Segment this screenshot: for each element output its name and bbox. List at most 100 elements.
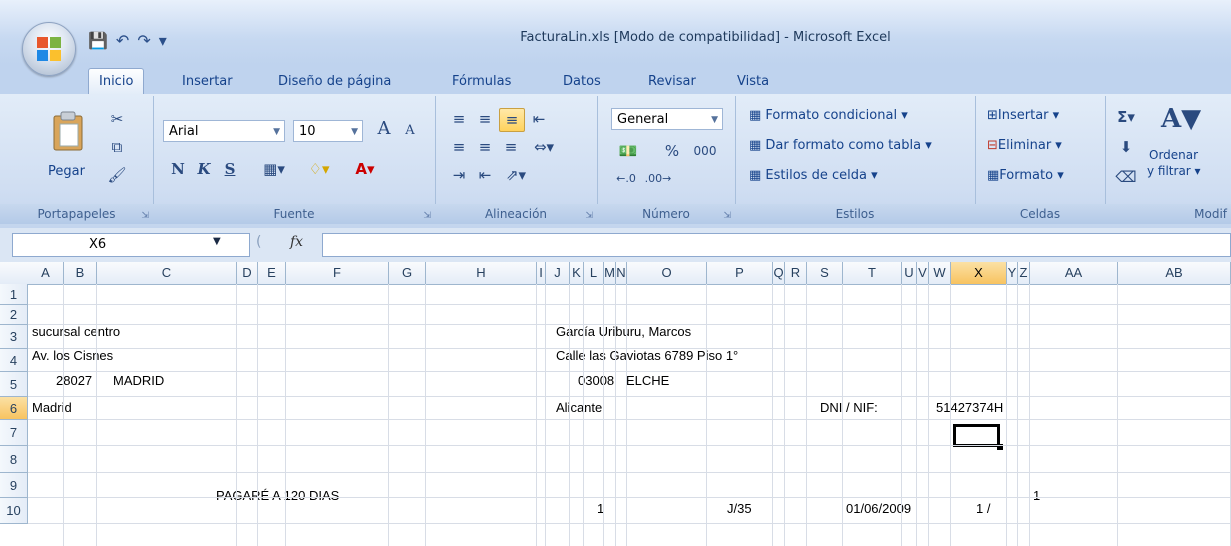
column-header-o[interactable]: O: [627, 262, 707, 284]
shrink-font-button[interactable]: A: [399, 120, 421, 142]
tab-vista[interactable]: Vista: [737, 69, 769, 94]
align-center-icon[interactable]: ≡: [473, 136, 497, 158]
cell-branch-zip[interactable]: 28027: [56, 373, 92, 388]
cell-dni-value[interactable]: 51427374H: [936, 400, 1003, 415]
conditional-format-button[interactable]: ▦ Formato condicional ▾: [749, 108, 908, 123]
row-header-8[interactable]: 8: [0, 446, 28, 473]
paste-icon[interactable]: [50, 110, 86, 152]
dialog-launcher-icon[interactable]: ⇲: [723, 211, 731, 221]
cut-icon[interactable]: ✂: [106, 108, 128, 130]
align-left-icon[interactable]: ≡: [447, 136, 471, 158]
font-color-icon[interactable]: A▾: [345, 158, 385, 180]
cell-page-total[interactable]: 1: [1033, 488, 1040, 503]
office-button[interactable]: [22, 22, 76, 76]
paste-button[interactable]: Pegar: [48, 164, 85, 179]
column-header-g[interactable]: G: [389, 262, 426, 284]
row-header-3[interactable]: 3: [0, 325, 28, 349]
number-format-select[interactable]: General ▼: [611, 108, 723, 130]
cell-branch-city[interactable]: MADRID: [113, 373, 164, 388]
cell-page[interactable]: 1 /: [976, 501, 990, 516]
decrease-indent-icon[interactable]: ⇥: [447, 164, 471, 186]
column-header-i[interactable]: I: [537, 262, 546, 284]
cell-branch-name[interactable]: sucursal centro: [32, 324, 120, 339]
align-top-icon[interactable]: ≡: [447, 108, 471, 130]
sort-button[interactable]: Ordenar: [1149, 148, 1198, 162]
row-header-5[interactable]: 5: [0, 372, 28, 397]
currency-icon[interactable]: 💵: [611, 140, 645, 162]
column-header-f[interactable]: F: [286, 262, 389, 284]
bold-button[interactable]: N: [167, 158, 189, 180]
column-header-u[interactable]: U: [902, 262, 917, 284]
cell-client-name[interactable]: García Uriburu, Marcos: [556, 324, 691, 339]
column-header-y[interactable]: Y: [1007, 262, 1018, 284]
tab-insertar[interactable]: Insertar: [182, 69, 233, 94]
cell-branch-province[interactable]: Madrid: [32, 400, 72, 415]
font-family-select[interactable]: Arial ▼: [163, 120, 285, 142]
cell-client-province[interactable]: Alicante: [556, 400, 602, 415]
cell-client-city[interactable]: ELCHE: [626, 373, 669, 388]
format-painter-icon[interactable]: 🖌: [106, 164, 128, 186]
name-box[interactable]: X6 ▼: [12, 233, 250, 257]
tab-inicio[interactable]: Inicio: [88, 68, 145, 95]
cell-dni-label[interactable]: DNI / NIF:: [820, 400, 878, 415]
thousands-button[interactable]: 000: [689, 140, 721, 162]
column-header-l[interactable]: L: [584, 262, 604, 284]
column-header-r[interactable]: R: [785, 262, 807, 284]
column-header-d[interactable]: D: [237, 262, 258, 284]
align-bottom-icon[interactable]: ≡: [499, 108, 525, 132]
column-header-a[interactable]: A: [28, 262, 64, 284]
column-header-q[interactable]: Q: [773, 262, 785, 284]
column-header-n[interactable]: N: [616, 262, 627, 284]
delete-cells-button[interactable]: ⊟Eliminar ▾: [987, 138, 1062, 153]
font-size-select[interactable]: 10 ▼: [293, 120, 363, 142]
row-header-2[interactable]: 2: [0, 305, 28, 325]
row-header-10[interactable]: 10: [0, 498, 28, 524]
percent-button[interactable]: %: [661, 140, 683, 162]
tab-datos[interactable]: Datos: [563, 69, 601, 94]
column-header-s[interactable]: S: [807, 262, 843, 284]
row-header-6[interactable]: 6: [0, 397, 28, 420]
column-header-ab[interactable]: AB: [1118, 262, 1231, 284]
format-as-table-button[interactable]: ▦ Dar formato como tabla ▾: [749, 138, 932, 153]
wrap-text-icon[interactable]: ⇤: [527, 108, 551, 130]
column-header-c[interactable]: C: [97, 262, 237, 284]
column-header-k[interactable]: K: [570, 262, 584, 284]
cell-branch-address[interactable]: Av. los Cisnes: [32, 348, 113, 363]
cell-styles-button[interactable]: ▦ Estilos de celda ▾: [749, 168, 878, 183]
autosum-button[interactable]: Σ▾: [1113, 106, 1139, 128]
underline-button[interactable]: S: [219, 158, 241, 180]
orientation-icon[interactable]: ⇗▾: [499, 164, 533, 186]
column-header-h[interactable]: H: [426, 262, 537, 284]
align-middle-icon[interactable]: ≡: [473, 108, 497, 130]
increase-indent-icon[interactable]: ⇤: [473, 164, 497, 186]
borders-icon[interactable]: ▦▾: [257, 158, 291, 180]
insert-function-button[interactable]: fx: [290, 234, 303, 250]
decrease-decimal-icon[interactable]: .00→: [643, 168, 673, 190]
italic-button[interactable]: K: [193, 158, 215, 180]
dialog-launcher-icon[interactable]: ⇲: [423, 211, 431, 221]
column-header-b[interactable]: B: [64, 262, 97, 284]
row-header-7[interactable]: 7: [0, 420, 28, 446]
column-header-p[interactable]: P: [707, 262, 773, 284]
tab-formulas[interactable]: Fórmulas: [452, 69, 511, 94]
grow-font-button[interactable]: A: [371, 118, 397, 140]
row-header-9[interactable]: 9: [0, 473, 28, 498]
dialog-launcher-icon[interactable]: ⇲: [141, 211, 149, 221]
column-header-x[interactable]: X: [951, 262, 1007, 284]
tab-revisar[interactable]: Revisar: [648, 69, 696, 94]
row-header-4[interactable]: 4: [0, 349, 28, 372]
format-cells-button[interactable]: ▦Formato ▾: [987, 168, 1064, 183]
copy-icon[interactable]: ⧉: [106, 136, 128, 158]
column-header-w[interactable]: W: [929, 262, 951, 284]
column-header-v[interactable]: V: [917, 262, 929, 284]
row-header-1[interactable]: 1: [0, 284, 28, 305]
column-header-e[interactable]: E: [258, 262, 286, 284]
tab-diseno-pagina[interactable]: Diseño de página: [278, 69, 391, 94]
formula-input[interactable]: [322, 233, 1231, 257]
active-cell[interactable]: [953, 424, 1000, 447]
increase-decimal-icon[interactable]: ←.0: [611, 168, 641, 190]
fill-color-icon[interactable]: ♢▾: [299, 158, 339, 180]
cell-pagare-title[interactable]: PAGARÉ A 120 DIAS: [216, 488, 339, 503]
align-right-icon[interactable]: ≡: [499, 136, 523, 158]
fill-icon[interactable]: ⬇: [1113, 136, 1139, 158]
